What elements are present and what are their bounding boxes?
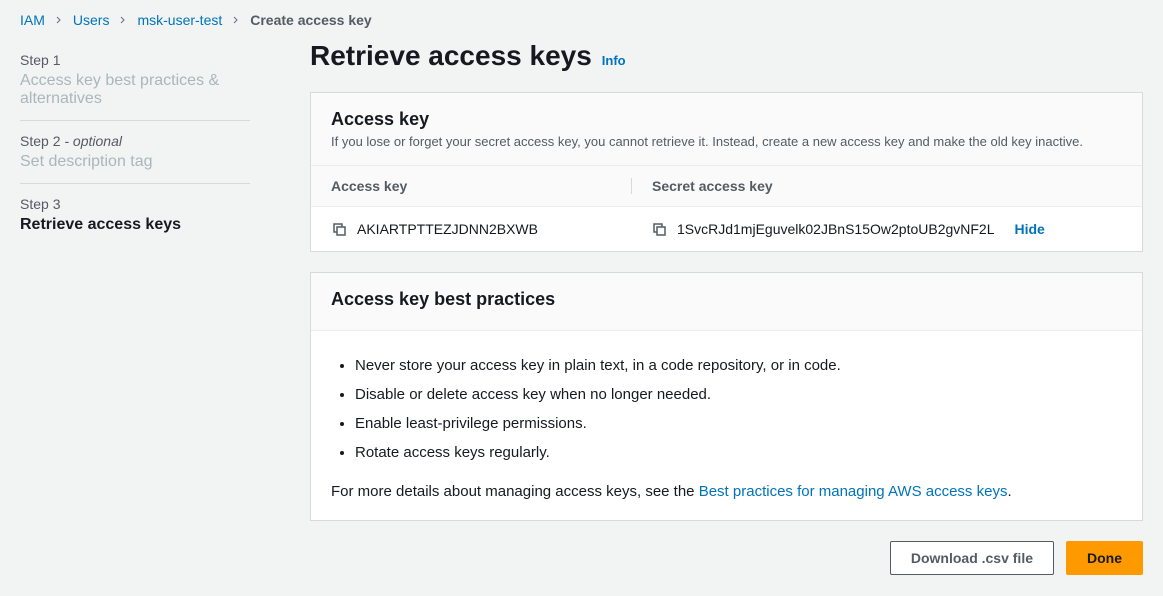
panel-description: If you lose or forget your secret access… [331,134,1122,149]
chevron-right-icon [232,16,240,24]
breadcrumb-iam[interactable]: IAM [20,12,45,28]
list-item: Rotate access keys regularly. [355,438,1122,467]
download-csv-button[interactable]: Download .csv file [890,541,1054,575]
step-label: Step 3 [20,196,250,212]
list-item: Never store your access key in plain tex… [355,351,1122,380]
access-key-column-header: Access key [331,178,631,194]
more-details-text: For more details about managing access k… [331,483,1122,500]
breadcrumb: IAM Users msk-user-test Create access ke… [0,0,1163,40]
copy-icon[interactable] [331,221,347,237]
step-label: Step 1 [20,52,250,68]
copy-icon[interactable] [651,221,667,237]
access-key-value: AKIARTPTTEZJDNN2BXWB [357,221,538,237]
list-item: Disable or delete access key when no lon… [355,380,1122,409]
wizard-step-2[interactable]: Step 2 - optional Set description tag [20,121,250,184]
step-title: Access key best practices & alternatives [20,72,250,108]
hide-secret-button[interactable]: Hide [1015,221,1045,237]
breadcrumb-users[interactable]: Users [73,12,110,28]
done-button[interactable]: Done [1066,541,1143,575]
page-title: Retrieve access keys [310,40,592,72]
secret-key-column-header: Secret access key [631,178,1122,194]
best-practices-list: Never store your access key in plain tex… [331,351,1122,467]
wizard-step-3[interactable]: Step 3 Retrieve access keys [20,184,250,246]
step-label: Step 2 - optional [20,133,250,149]
breadcrumb-user-detail[interactable]: msk-user-test [137,12,222,28]
action-buttons: Download .csv file Done [310,541,1143,575]
step-title: Set description tag [20,153,250,171]
chevron-right-icon [119,16,127,24]
wizard-step-1[interactable]: Step 1 Access key best practices & alter… [20,40,250,121]
panel-title: Access key [331,109,1122,130]
panel-title: Access key best practices [331,289,1122,310]
list-item: Enable least-privilege permissions. [355,409,1122,438]
best-practices-panel: Access key best practices Never store yo… [310,272,1143,521]
access-key-panel: Access key If you lose or forget your se… [310,92,1143,252]
table-row: AKIARTPTTEZJDNN2BXWB 1SvcRJd1mjEguvelk02… [311,207,1142,251]
step-title: Retrieve access keys [20,216,250,234]
secret-key-value: 1SvcRJd1mjEguvelk02JBnS15Ow2ptoUB2gvNF2L [677,221,995,237]
chevron-right-icon [55,16,63,24]
info-link[interactable]: Info [602,53,626,68]
docs-link[interactable]: Best practices for managing AWS access k… [699,483,1008,500]
breadcrumb-current: Create access key [250,12,371,28]
main-content: Retrieve access keys Info Access key If … [270,40,1163,596]
wizard-steps-sidebar: Step 1 Access key best practices & alter… [0,40,270,596]
